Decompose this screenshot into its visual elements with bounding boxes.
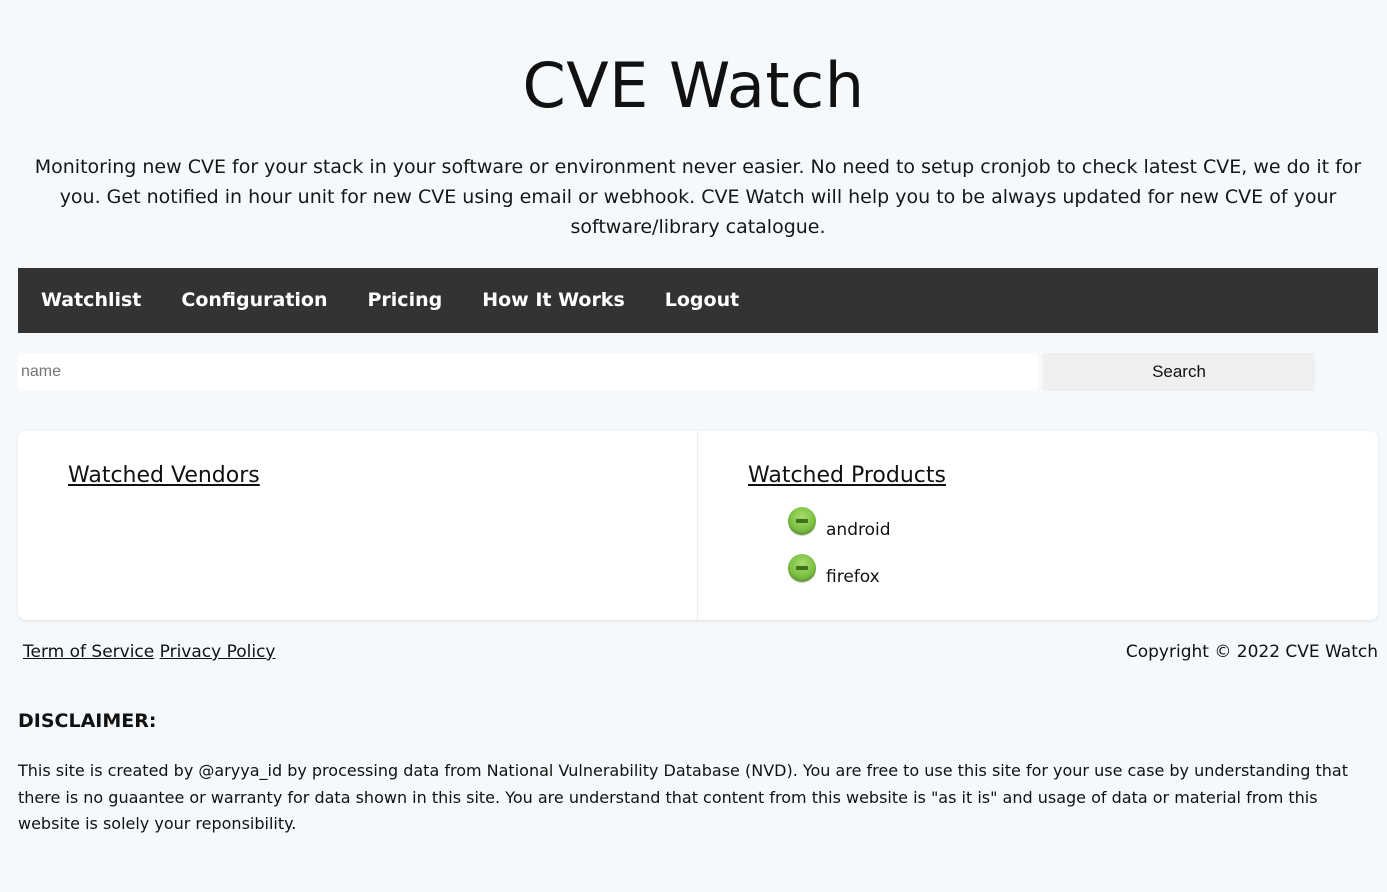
- copyright-text: Copyright © 2022 CVE Watch: [1125, 642, 1378, 662]
- terms-of-service-link[interactable]: Term of Service: [23, 642, 154, 662]
- list-item: android: [788, 507, 891, 554]
- nav-item-configuration[interactable]: Configuration: [161, 268, 347, 333]
- watch-panel: Watched Vendors Watched Products android…: [18, 431, 1378, 620]
- watched-vendors-section: Watched Vendors: [18, 431, 698, 620]
- disclaimer-title: DISCLAIMER:: [18, 710, 157, 732]
- nav-item-pricing[interactable]: Pricing: [348, 268, 463, 333]
- list-item: firefox: [788, 554, 891, 601]
- nav-item-how-it-works[interactable]: How It Works: [462, 268, 645, 333]
- nav-item-logout[interactable]: Logout: [645, 268, 759, 333]
- remove-icon[interactable]: [788, 554, 816, 582]
- nav-item-watchlist[interactable]: Watchlist: [21, 268, 161, 333]
- watched-products-heading: Watched Products: [748, 463, 946, 488]
- intro-text: Monitoring new CVE for your stack in you…: [34, 156, 1362, 238]
- remove-icon[interactable]: [788, 507, 816, 535]
- disclaimer-text: This site is created by @aryya_id by pro…: [18, 761, 1348, 833]
- watched-products-section: Watched Products android firefox: [698, 431, 1378, 620]
- footer-links: Term of Service Privacy Policy: [23, 642, 276, 662]
- page-title: CVE Watch: [522, 49, 865, 122]
- watched-products-list: android firefox: [788, 507, 891, 601]
- product-name: android: [826, 520, 891, 540]
- main-navbar: Watchlist Configuration Pricing How It W…: [18, 268, 1378, 333]
- search-button[interactable]: Search: [1043, 353, 1315, 391]
- privacy-policy-link[interactable]: Privacy Policy: [160, 642, 276, 662]
- watched-vendors-heading: Watched Vendors: [68, 463, 260, 488]
- search-input[interactable]: [18, 353, 1038, 391]
- product-name: firefox: [826, 567, 880, 587]
